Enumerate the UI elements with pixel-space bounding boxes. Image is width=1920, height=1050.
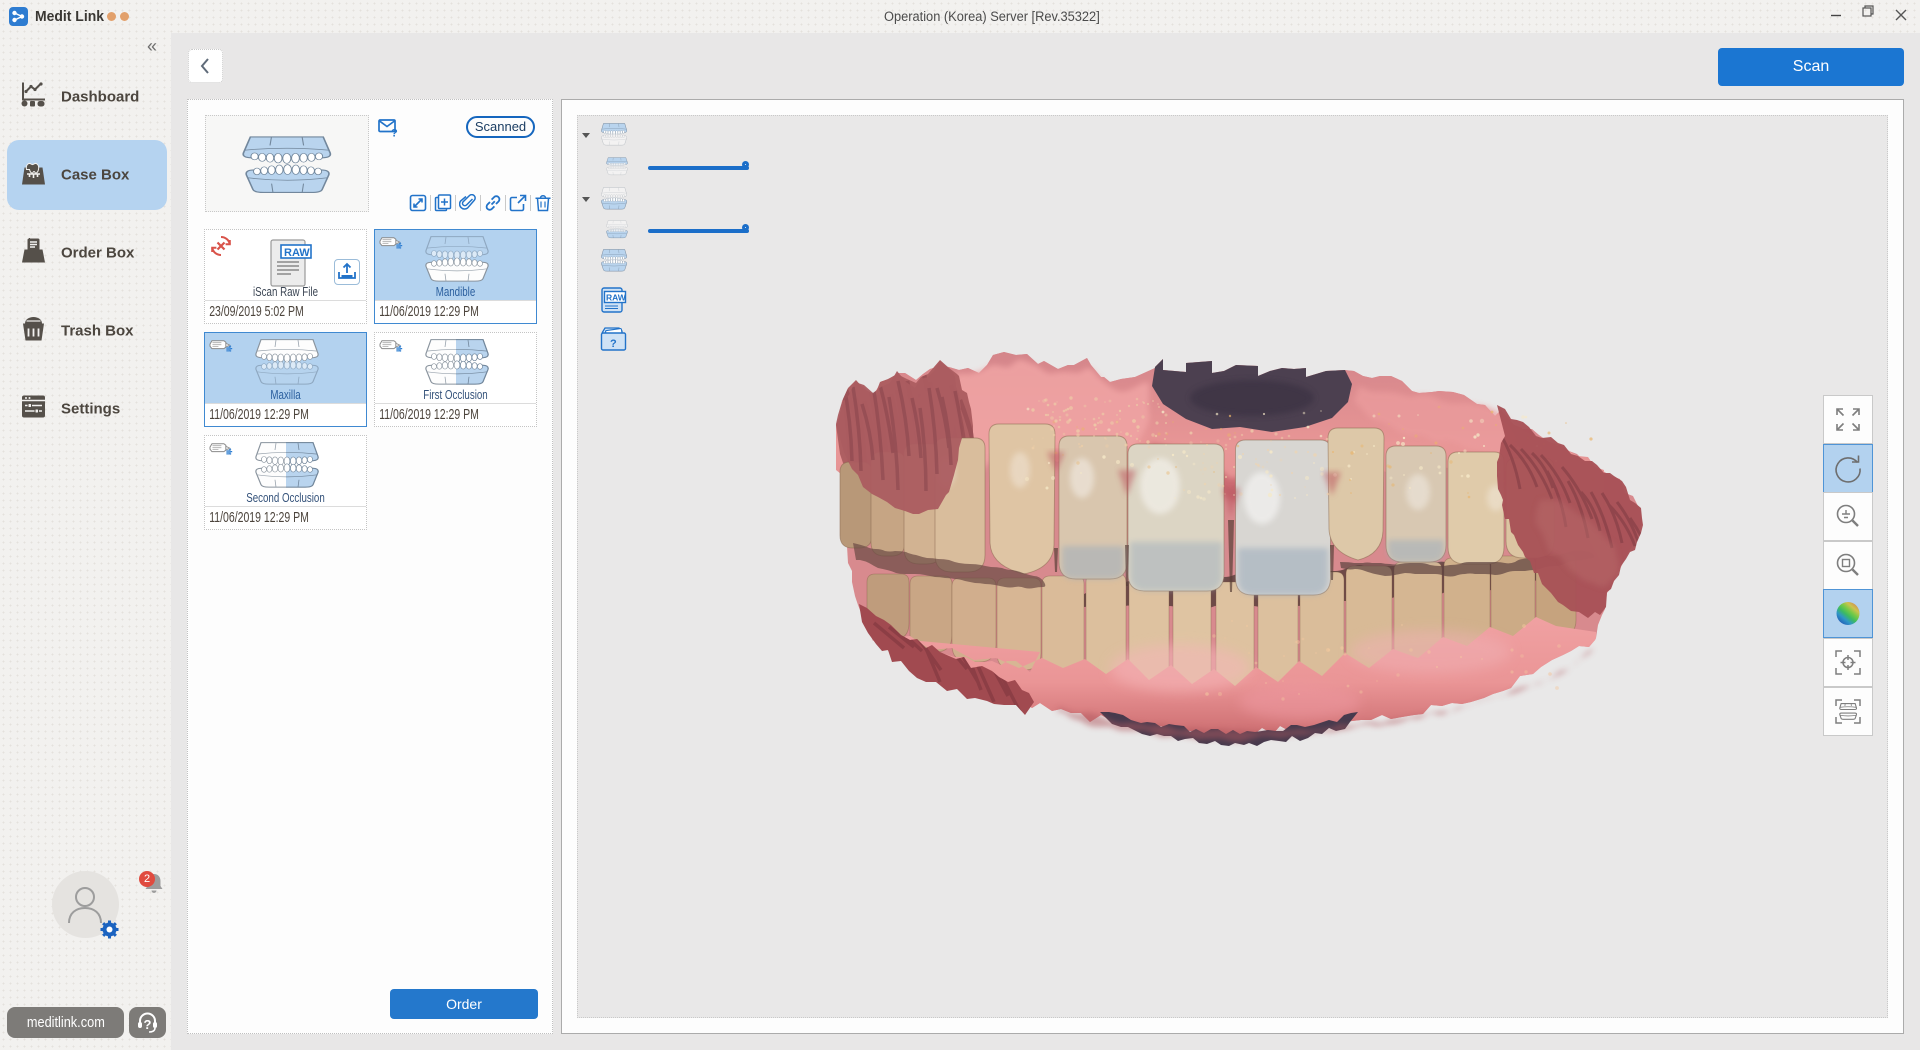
- svg-text:?: ?: [391, 128, 398, 138]
- svg-text:?: ?: [610, 338, 617, 350]
- svg-text:RAW: RAW: [284, 247, 310, 259]
- svg-text:RAW: RAW: [606, 293, 627, 303]
- svg-text:?: ?: [144, 1017, 152, 1032]
